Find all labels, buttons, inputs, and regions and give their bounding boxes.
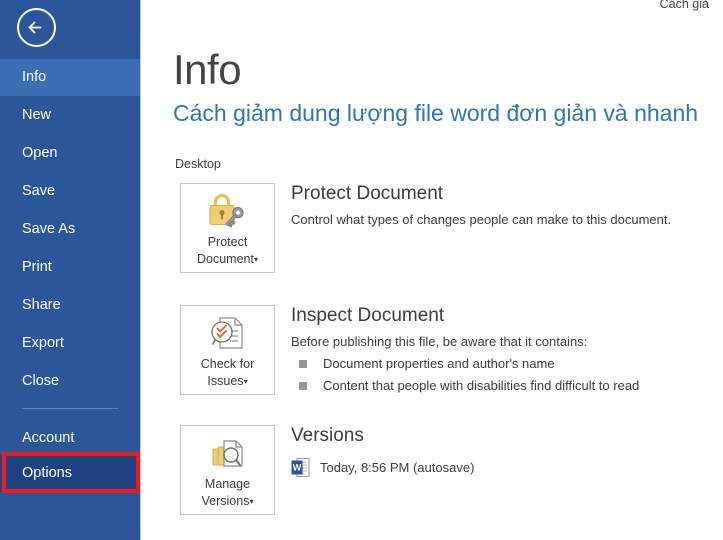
manage-versions-glyph [205,433,251,473]
inspect-document-heading: Inspect Document [291,305,639,327]
manage-versions-icon [181,426,274,476]
sidebar-item-label: Share [22,297,61,313]
backstage-sidebar: Info New Open Save Save As Print Share E… [0,0,140,540]
check-for-issues-tile-label: Check for Issues▾ [181,356,274,390]
versions-section: Manage Versions▾ Versions W T [180,425,700,517]
versions-heading: Versions [291,425,474,447]
sidebar-item-share[interactable]: Share [0,287,140,324]
back-arrow-glyph [19,10,54,45]
sidebar-item-label: Save [22,183,55,199]
sidebar-item-label: New [22,107,51,123]
sidebar-item-print[interactable]: Print [0,249,140,286]
document-path: Desktop [175,157,221,171]
sidebar-item-new[interactable]: New [0,97,140,134]
sidebar-item-label: Save As [22,221,75,237]
bullet-square-icon [299,382,307,390]
titlebar-document-name: Cách giả [660,0,709,11]
inspect-bullet-text: Content that people with disabilities fi… [323,378,639,393]
padlock-key-glyph [205,191,251,231]
sidebar-item-account[interactable]: Account [0,420,140,457]
back-arrow-icon[interactable] [17,8,56,47]
inspect-bullet-item: Content that people with disabilities fi… [291,378,639,393]
chevron-down-icon[interactable]: ▾ [249,497,253,506]
chevron-down-icon[interactable]: ▾ [254,255,258,264]
sidebar-divider [22,408,118,409]
sidebar-item-open[interactable]: Open [0,135,140,172]
version-entry[interactable]: W Today, 8:56 PM (autosave) [291,457,474,478]
svg-text:W: W [293,463,302,473]
sidebar-item-label: Close [22,373,59,389]
bullet-square-icon [299,360,307,368]
versions-body: Versions W Today, 8:56 PM (autosave) [291,425,474,478]
tile-label-line2-row: Versions▾ [183,493,272,510]
check-for-issues-tile[interactable]: Check for Issues▾ [180,305,275,395]
inspect-bullet-item: Document properties and author's name [291,356,639,371]
inspect-document-section: Check for Issues▾ Inspect Document Befor… [180,305,700,397]
tile-label-line2: Versions [202,494,250,508]
sidebar-item-label: Account [22,430,74,446]
word-document-icon: W [291,457,310,478]
manage-versions-tile-label: Manage Versions▾ [181,476,274,510]
inspect-document-description: Before publishing this file, be aware th… [291,334,639,349]
sidebar-item-label: Info [22,69,46,85]
document-check-glyph [205,313,251,353]
sidebar-item-label: Print [22,259,52,275]
tile-label-line2: Document [197,252,254,266]
protect-document-heading: Protect Document [291,183,671,205]
tile-label-line2-row: Document▾ [183,251,272,268]
protect-document-section: Protect Document▾ Protect Document Contr… [180,183,700,275]
sidebar-item-info[interactable]: Info [0,59,140,96]
sidebar-item-label: Options [22,465,72,481]
protect-document-description: Control what types of changes people can… [291,212,671,227]
tile-label-line2-row: Issues▾ [183,373,272,390]
tile-label-line2: Issues [207,374,243,388]
sidebar-item-save-as[interactable]: Save As [0,211,140,248]
version-label: Today, 8:56 PM (autosave) [320,460,474,475]
chevron-down-icon[interactable]: ▾ [244,377,248,386]
sidebar-item-save[interactable]: Save [0,173,140,210]
sidebar-item-close[interactable]: Close [0,363,140,400]
tile-label-line1: Protect [183,234,272,251]
protect-document-tile-label: Protect Document▾ [181,234,274,268]
protect-document-body: Protect Document Control what types of c… [291,183,671,227]
document-name: Cách giảm dung lượng file word đơn giản … [173,100,698,127]
sidebar-item-label: Export [22,335,64,351]
tile-label-line1: Manage [183,476,272,493]
sidebar-item-label: Open [22,145,57,161]
page-title: Info [173,46,241,94]
tile-label-line1: Check for [183,356,272,373]
info-pane: Cách giả Info Cách giảm dung lượng file … [141,0,723,540]
manage-versions-tile[interactable]: Manage Versions▾ [180,425,275,515]
sidebar-item-export[interactable]: Export [0,325,140,362]
document-check-icon [181,306,274,356]
inspect-document-body: Inspect Document Before publishing this … [291,305,639,393]
protect-document-tile[interactable]: Protect Document▾ [180,183,275,273]
inspect-bullet-text: Document properties and author's name [323,356,555,371]
sidebar-item-options[interactable]: Options [0,455,140,492]
padlock-key-icon [181,184,274,234]
